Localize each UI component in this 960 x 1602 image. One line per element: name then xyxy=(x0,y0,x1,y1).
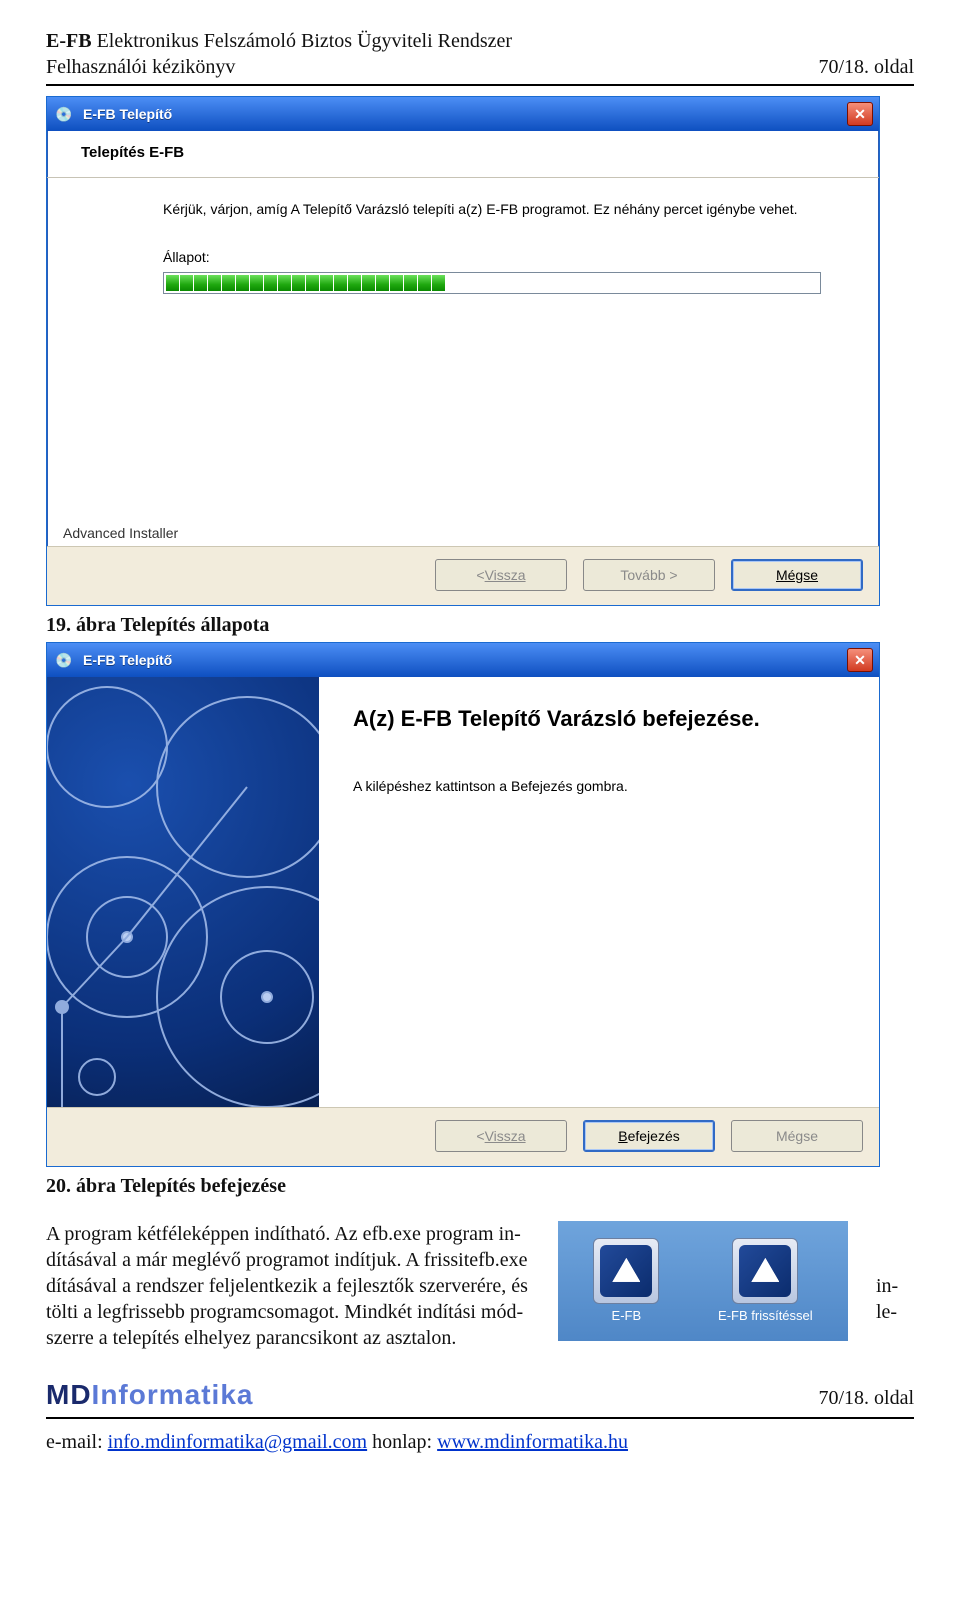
finish-heading: A(z) E-FB Telepítő Varázsló befejezése. xyxy=(353,705,843,734)
close-icon: ✕ xyxy=(854,651,866,669)
finish-message: A kilépéshez kattintson a Befejezés gomb… xyxy=(353,777,843,795)
website-link[interactable]: www.mdinformatika.hu xyxy=(437,1431,628,1453)
figure-caption-20: 20. ábra Telepítés befejezése xyxy=(46,1173,914,1199)
email-link[interactable]: info.mdinformatika@gmail.com xyxy=(108,1431,367,1453)
app-shortcut-icon xyxy=(593,1238,659,1304)
button-bar: < Vissza Befejezés Mégse xyxy=(47,1107,879,1166)
installer-window-progress: 💿 E-FB Telepítő ✕ Telepítés E-FB Kérjük,… xyxy=(46,96,880,606)
window-title: E-FB Telepítő xyxy=(83,651,837,669)
install-message: Kérjük, várjon, amíg A Telepítő Varázsló… xyxy=(163,200,821,218)
close-icon: ✕ xyxy=(854,105,866,123)
doc-title-bold: E-FB xyxy=(46,30,92,52)
installer-body: Kérjük, várjon, amíg A Telepítő Varázsló… xyxy=(47,178,879,522)
company-logo: MDInformatika xyxy=(46,1377,253,1413)
button-bar: < Vissza Tovább > Mégse xyxy=(47,546,879,605)
installer-window-finish: 💿 E-FB Telepítő ✕ xyxy=(46,642,880,1167)
doc-header: E-FB Elektronikus Felszámoló Biztos Ügyv… xyxy=(46,28,914,86)
progress-bar xyxy=(163,272,821,294)
paragraph-block: A program kétféleképpen indítható. Az ef… xyxy=(46,1221,914,1351)
close-button[interactable]: ✕ xyxy=(847,102,873,126)
back-button[interactable]: < Vissza xyxy=(435,559,567,591)
header-divider xyxy=(46,84,914,86)
doc-subtitle: Felhasználói kézikönyv xyxy=(46,54,235,80)
advanced-installer-label: Advanced Installer xyxy=(47,522,879,546)
window-title: E-FB Telepítő xyxy=(83,105,837,123)
doc-footer: MDInformatika 70/18. oldal e-mail: info.… xyxy=(46,1377,914,1455)
titlebar[interactable]: 💿 E-FB Telepítő ✕ xyxy=(47,643,879,677)
back-button[interactable]: < Vissza xyxy=(435,1120,567,1152)
doc-page-top: 70/18. oldal xyxy=(818,54,914,80)
wizard-right-pane: A(z) E-FB Telepítő Varázsló befejezése. … xyxy=(319,677,879,1107)
subheader: Telepítés E-FB xyxy=(47,131,879,178)
doc-title-rest: Elektronikus Felszámoló Biztos Ügyviteli… xyxy=(92,30,513,52)
app-icon: 💿 xyxy=(55,651,73,669)
cancel-button[interactable]: Mégse xyxy=(731,559,863,591)
paragraph-right-fragments: in- le- xyxy=(876,1221,914,1325)
status-label: Állapot: xyxy=(163,248,821,266)
paragraph-text: A program kétféleképpen indítható. Az ef… xyxy=(46,1221,530,1351)
contact-line: e-mail: info.mdinformatika@gmail.com hon… xyxy=(46,1429,914,1455)
titlebar[interactable]: 💿 E-FB Telepítő ✕ xyxy=(47,97,879,131)
subheader-title: Telepítés E-FB xyxy=(81,143,184,163)
desktop-icons: E-FB E-FB frissítéssel xyxy=(558,1221,848,1341)
next-button[interactable]: Tovább > xyxy=(583,559,715,591)
close-button[interactable]: ✕ xyxy=(847,648,873,672)
desktop-icon-efb[interactable]: E-FB xyxy=(593,1238,659,1325)
app-icon: 💿 xyxy=(55,105,73,123)
footer-divider xyxy=(46,1417,914,1419)
cancel-button[interactable]: Mégse xyxy=(731,1120,863,1152)
wizard-side-art xyxy=(47,677,319,1107)
app-shortcut-icon xyxy=(732,1238,798,1304)
doc-page-bottom: 70/18. oldal xyxy=(818,1385,914,1411)
desktop-icon-efb-frissitessel[interactable]: E-FB frissítéssel xyxy=(718,1238,813,1325)
figure-caption-19: 19. ábra Telepítés állapota xyxy=(46,612,914,638)
finish-button[interactable]: Befejezés xyxy=(583,1120,715,1152)
